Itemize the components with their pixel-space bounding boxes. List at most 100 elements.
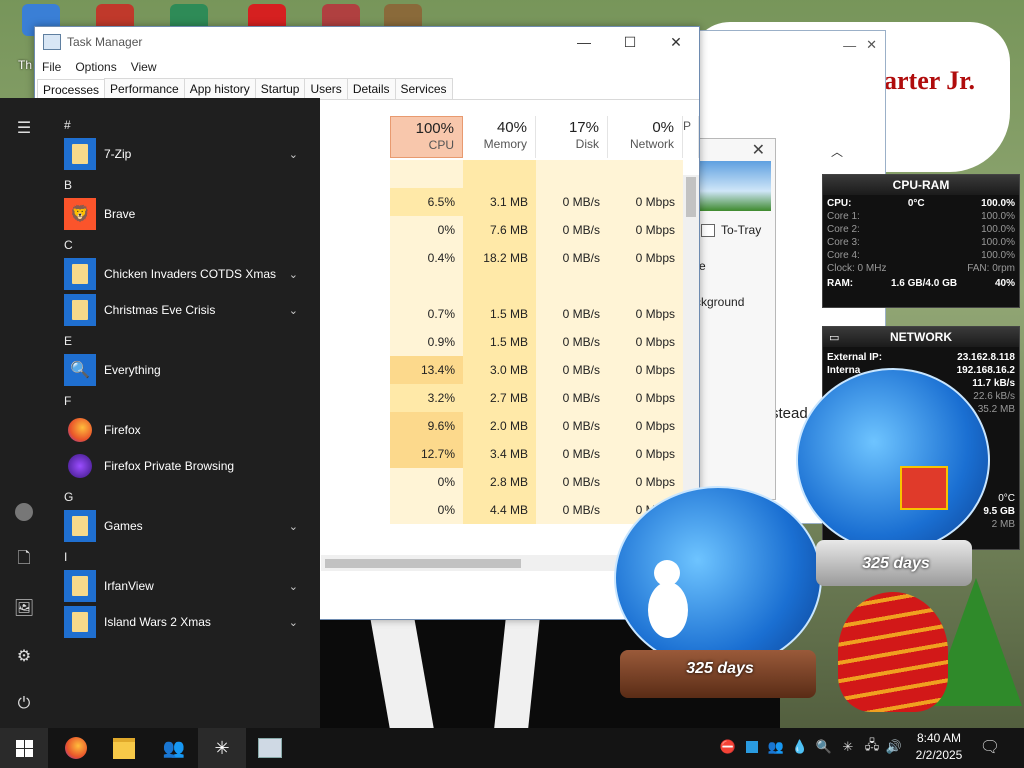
- menu-view[interactable]: View: [131, 60, 157, 74]
- table-row[interactable]: 0% 2.8 MB 0 MB/s 0 Mbps: [390, 468, 686, 496]
- close-button[interactable]: ✕: [653, 27, 699, 57]
- cell-network: 0 Mbps: [608, 356, 683, 384]
- notification-icon[interactable]: 🗨: [980, 739, 1000, 756]
- taskbar-file-explorer[interactable]: [100, 728, 148, 768]
- to-tray-dialog[interactable]: ✕ To-Tray e ckground: [694, 138, 776, 500]
- cell-network: 0 Mbps: [608, 244, 683, 272]
- power-button[interactable]: ⏻: [0, 682, 48, 726]
- user-avatar-button[interactable]: [0, 490, 48, 534]
- chevron-down-icon[interactable]: ⌄: [289, 520, 298, 533]
- dialog-close-icon[interactable]: ✕: [752, 140, 765, 160]
- table-row[interactable]: 13.4% 3.0 MB 0 MB/s 0 Mbps: [390, 356, 686, 384]
- table-row[interactable]: 9.6% 2.0 MB 0 MB/s 0 Mbps: [390, 412, 686, 440]
- section-letter[interactable]: #: [64, 118, 71, 132]
- section-letter[interactable]: E: [64, 334, 72, 348]
- start-app-item[interactable]: Firefox: [64, 414, 314, 446]
- section-letter[interactable]: G: [64, 490, 73, 504]
- maximize-button[interactable]: ☐: [607, 27, 653, 57]
- tray-water-icon[interactable]: 💧: [792, 739, 808, 755]
- chevron-down-icon[interactable]: ⌄: [289, 148, 298, 161]
- taskbar-app-5[interactable]: [246, 728, 294, 768]
- table-row[interactable]: 0.9% 1.5 MB 0 MB/s 0 Mbps: [390, 328, 686, 356]
- chevron-down-icon[interactable]: ⌄: [289, 304, 298, 317]
- table-row[interactable]: [390, 272, 686, 300]
- tab-users[interactable]: Users: [304, 78, 348, 99]
- settings-button[interactable]: ⚙: [0, 634, 48, 678]
- documents-button[interactable]: 🗋: [0, 538, 48, 582]
- tab-startup[interactable]: Startup: [254, 78, 306, 99]
- start-rail: ☰ 🗋 🖼 ⚙ ⏻: [0, 98, 48, 728]
- task-manager-icon: [258, 738, 282, 758]
- task-manager-icon: [43, 34, 61, 50]
- upload-rate: 11.7 kB/s: [972, 378, 1015, 389]
- tab-processes[interactable]: Processes: [37, 79, 106, 100]
- core4-value: 100.0%: [981, 250, 1015, 261]
- table-row[interactable]: 0% 7.6 MB 0 MB/s 0 Mbps: [390, 216, 686, 244]
- section-letter[interactable]: C: [64, 238, 73, 252]
- tab-app-history[interactable]: App history: [183, 78, 256, 99]
- tray-icon-2[interactable]: [744, 739, 760, 755]
- tray-icon-1[interactable]: ⛔: [720, 739, 736, 755]
- chevron-down-icon[interactable]: ⌄: [289, 616, 298, 629]
- column-header-network[interactable]: 0% Network: [608, 116, 683, 158]
- start-app-item[interactable]: IrfanView ⌄: [64, 570, 314, 602]
- taskbar-app-3[interactable]: 👥: [150, 728, 198, 768]
- table-row[interactable]: 0.7% 1.5 MB 0 MB/s 0 Mbps: [390, 300, 686, 328]
- minimize-button[interactable]: —: [561, 27, 607, 57]
- process-rows: 6.5% 3.1 MB 0 MB/s 0 Mbps 0% 7.6 MB 0 MB/s 0 Mb…: [390, 160, 686, 524]
- chevron-down-icon[interactable]: ⌄: [289, 268, 298, 281]
- section-letter[interactable]: I: [64, 550, 67, 564]
- expand-menu-button[interactable]: ☰: [0, 106, 48, 150]
- cell-network: 0 Mbps: [608, 188, 683, 216]
- tray-snowflake-icon[interactable]: ✳: [840, 739, 856, 755]
- menu-file[interactable]: File: [42, 60, 61, 74]
- scroll-up-icon[interactable]: ︿: [831, 143, 843, 160]
- start-app-item[interactable]: 7-Zip ⌄: [64, 138, 314, 170]
- start-app-item[interactable]: Firefox Private Browsing: [64, 450, 314, 482]
- start-app-label: Christmas Eve Crisis: [104, 303, 216, 317]
- table-row[interactable]: 12.7% 3.4 MB 0 MB/s 0 Mbps: [390, 440, 686, 468]
- taskbar-clock[interactable]: 8:40 AM 2/2/2025: [900, 730, 978, 764]
- table-row[interactable]: [390, 160, 686, 188]
- tray-search-icon[interactable]: 🔍: [816, 739, 832, 755]
- start-button[interactable]: [0, 728, 48, 768]
- table-row[interactable]: 6.5% 3.1 MB 0 MB/s 0 Mbps: [390, 188, 686, 216]
- snow-globe-left-label: 325 days: [686, 660, 754, 677]
- tray-icon-3[interactable]: 👥: [768, 739, 784, 755]
- section-letter[interactable]: F: [64, 394, 71, 408]
- title-bar[interactable]: Task Manager — ☐ ✕: [35, 27, 699, 57]
- start-app-item[interactable]: Christmas Eve Crisis ⌄: [64, 294, 314, 326]
- menu-options[interactable]: Options: [75, 60, 116, 74]
- column-header-cpu[interactable]: 100% CPU: [390, 116, 463, 158]
- tab-services[interactable]: Services: [394, 78, 453, 99]
- tab-performance[interactable]: Performance: [104, 78, 185, 99]
- bgwin-minimize-icon[interactable]: —: [843, 38, 856, 53]
- start-app-item[interactable]: Chicken Invaders COTDS Xmas ⌄: [64, 258, 314, 290]
- table-row[interactable]: 0.4% 18.2 MB 0 MB/s 0 Mbps: [390, 244, 686, 272]
- table-row[interactable]: 3.2% 2.7 MB 0 MB/s 0 Mbps: [390, 384, 686, 412]
- start-app-item[interactable]: Games ⌄: [64, 510, 314, 542]
- menu-bar: File Options View: [35, 57, 699, 77]
- column-header-power[interactable]: P: [683, 116, 699, 158]
- cell-disk: [536, 160, 608, 188]
- pictures-button[interactable]: 🖼: [0, 586, 48, 630]
- column-header-disk[interactable]: 17% Disk: [536, 116, 608, 158]
- bgwin-close-icon[interactable]: ✕: [866, 37, 877, 53]
- column-header-memory[interactable]: 40% Memory: [463, 116, 536, 158]
- tray-network-icon[interactable]: 🖧: [864, 737, 880, 755]
- taskbar-firefox[interactable]: [52, 728, 100, 768]
- start-app-item[interactable]: Island Wars 2 Xmas ⌄: [64, 606, 314, 638]
- taskbar-app-4[interactable]: ✳: [198, 728, 246, 768]
- tab-strip: Processes Performance App history Startu…: [35, 77, 699, 100]
- tab-details[interactable]: Details: [346, 78, 396, 99]
- to-tray-button[interactable]: To-Tray: [701, 223, 775, 237]
- cpu-ram-gadget[interactable]: CPU-RAM CPU: 0°C 100.0% Core 1: 100.0% Co…: [822, 174, 1020, 308]
- start-app-label: Firefox: [104, 423, 141, 437]
- tray-checkbox[interactable]: [701, 223, 715, 237]
- chevron-down-icon[interactable]: ⌄: [289, 580, 298, 593]
- snow-globe-right[interactable]: [796, 368, 990, 552]
- section-letter[interactable]: B: [64, 178, 72, 192]
- start-app-item[interactable]: 🦁 Brave: [64, 198, 314, 230]
- start-app-item[interactable]: 🔍 Everything: [64, 354, 314, 386]
- cell-network: 0 Mbps: [608, 328, 683, 356]
